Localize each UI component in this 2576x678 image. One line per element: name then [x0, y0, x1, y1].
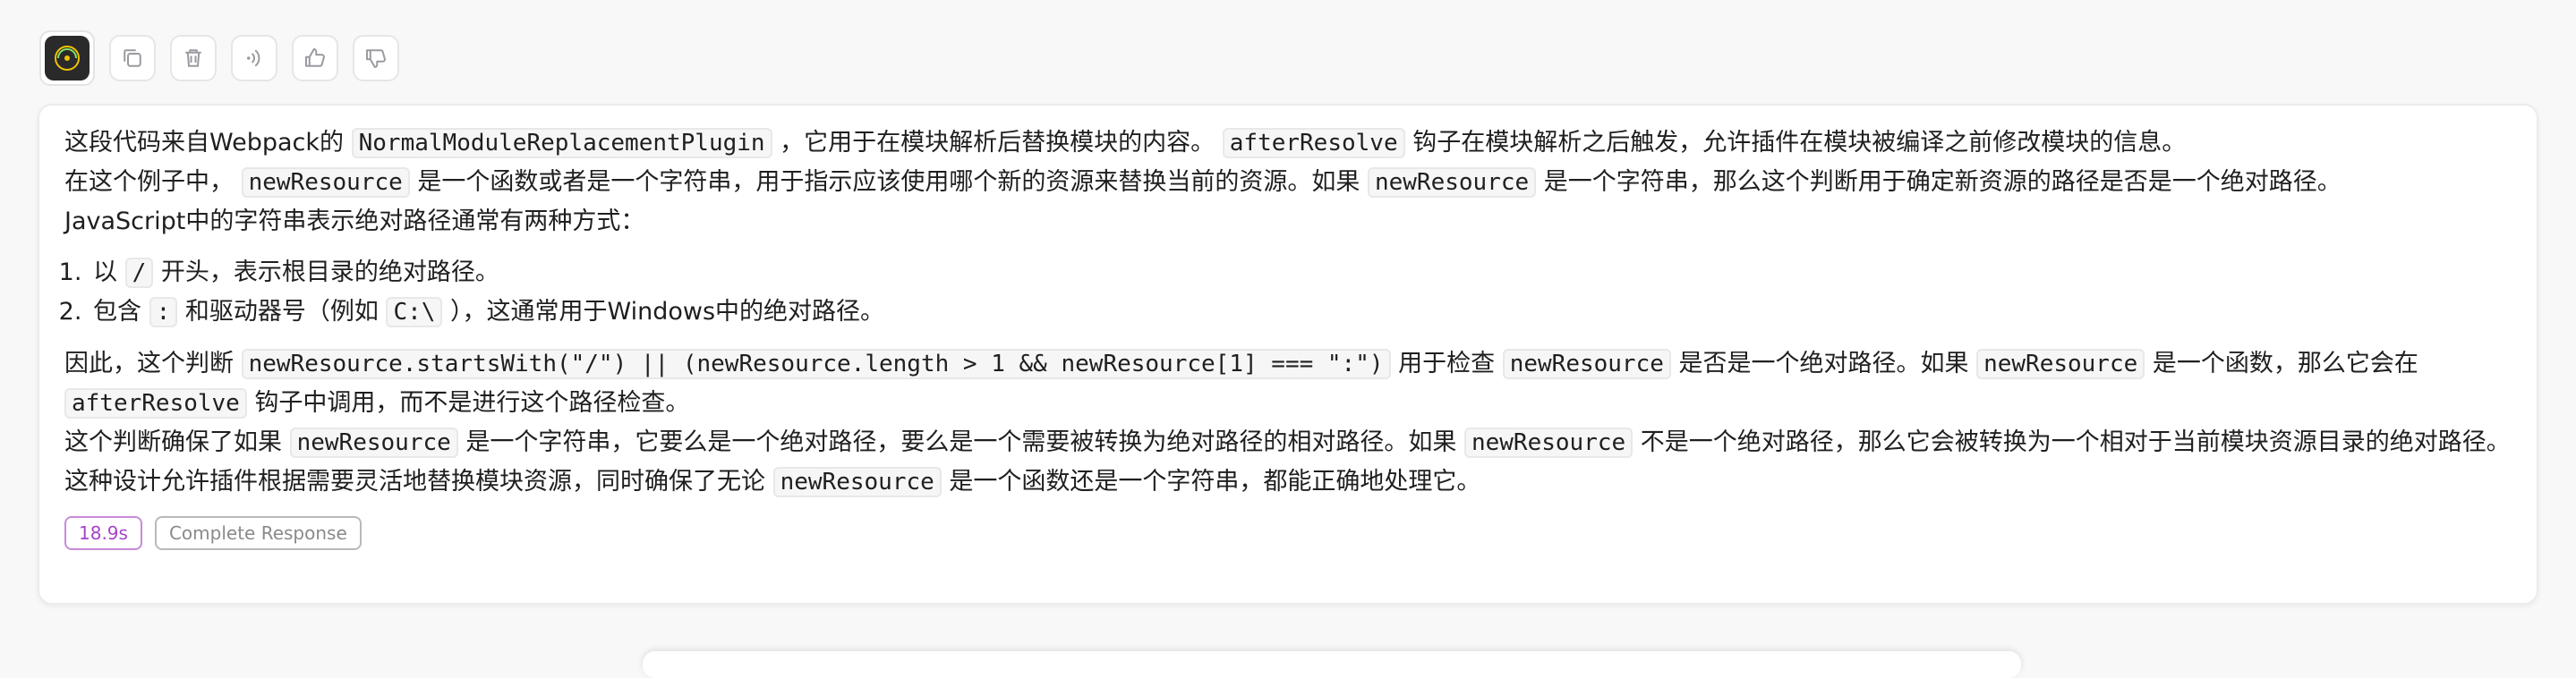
- inline-code: newResource.startsWith("/") || (newResou…: [241, 349, 1391, 379]
- status-badge: Complete Response: [154, 516, 362, 550]
- paragraph-conclusion: 因此，这个判断 newResource.startsWith("/") || (…: [64, 344, 2512, 502]
- inline-code: newResource: [1976, 349, 2145, 379]
- inline-code: newResource: [1502, 349, 1671, 379]
- dislike-button[interactable]: [353, 35, 399, 81]
- read-aloud-button[interactable]: [231, 35, 277, 81]
- copy-button[interactable]: [109, 35, 156, 81]
- text: 是一个函数，那么它会在: [2152, 350, 2418, 377]
- absolute-path-list: 以 / 开头，表示根目录的绝对路径。 包含 : 和驱动器号（例如 C:\ ），这…: [64, 253, 2512, 332]
- text: 这种设计允许插件根据需要灵活地替换模块资源，同时确保了无论: [64, 468, 765, 496]
- text: 因此，这个判断: [64, 350, 234, 377]
- message-toolbar: [39, 30, 399, 86]
- text: 是一个字符串，它要么是一个绝对路径，要么是一个需要被转换为绝对路径的相对路径。如…: [465, 428, 1457, 456]
- list-item: 以 / 开头，表示根目录的绝对路径。: [90, 253, 2512, 292]
- response-card: 这段代码来自Webpack的 NormalModuleReplacementPl…: [38, 104, 2538, 605]
- inline-code: newResource: [772, 467, 942, 497]
- text: 钩子在模块解析之后触发，允许插件在模块被编译之前修改模块的信息。: [1412, 129, 2187, 157]
- text: 这段代码来自Webpack的: [64, 129, 345, 157]
- text: JavaScript中的字符串表示绝对路径通常有两种方式：: [64, 208, 645, 235]
- text: 这个判断确保了如果: [64, 428, 282, 456]
- response-time-badge: 18.9s: [64, 516, 142, 550]
- text: 用于检查: [1398, 350, 1496, 377]
- thumbs-down-icon: [366, 49, 386, 68]
- text: 和驱动器号（例如: [184, 298, 379, 326]
- delete-button[interactable]: [170, 35, 217, 81]
- paragraph-intro: 这段代码来自Webpack的 NormalModuleReplacementPl…: [64, 123, 2512, 241]
- copy-icon: [124, 49, 141, 67]
- inline-code: afterResolve: [64, 388, 247, 419]
- text: 包含: [93, 298, 141, 326]
- text: 是否是一个绝对路径。如果: [1678, 350, 1969, 377]
- text: 是一个函数还是一个字符串，都能正确地处理它。: [949, 468, 1481, 496]
- inline-code: NormalModuleReplacementPlugin: [351, 128, 772, 158]
- text: 不是一个绝对路径，那么它会被转换为一个相对于当前模块资源目录的绝对路径。: [1640, 428, 2511, 456]
- like-button[interactable]: [292, 35, 338, 81]
- response-meta: 18.9s Complete Response: [64, 516, 2512, 550]
- thumbs-up-icon: [305, 48, 325, 67]
- ai-avatar-icon: [45, 36, 90, 81]
- speaker-icon: [247, 49, 260, 67]
- text: 钩子中调用，而不是进行这个路径检查。: [254, 389, 690, 417]
- inline-code: /: [124, 258, 154, 288]
- inline-code: afterResolve: [1222, 128, 1405, 158]
- inline-code: :: [149, 297, 178, 327]
- trash-icon: [185, 49, 201, 67]
- text: 是一个字符串，那么这个判断用于确定新资源的路径是否是一个绝对路径。: [1543, 168, 2341, 196]
- list-item: 包含 : 和驱动器号（例如 C:\ ），这通常用于Windows中的绝对路径。: [90, 292, 2512, 332]
- chat-input-panel[interactable]: [643, 651, 2021, 678]
- text: 在这个例子中，: [64, 168, 234, 196]
- text: ，它用于在模块解析后替换模块的内容。: [780, 129, 1215, 157]
- inline-code: newResource: [1463, 428, 1633, 458]
- text: 是一个函数或者是一个字符串，用于指示应该使用哪个新的资源来替换当前的资源。如果: [417, 168, 1361, 196]
- text: ），这通常用于Windows中的绝对路径。: [450, 298, 885, 326]
- inline-code: C:\: [386, 297, 443, 327]
- inline-code: newResource: [1367, 167, 1537, 198]
- inline-code: newResource: [289, 428, 458, 458]
- inline-code: newResource: [241, 167, 410, 198]
- assistant-avatar: [39, 30, 95, 86]
- text: 开头，表示根目录的绝对路径。: [160, 258, 499, 286]
- text: 以: [93, 258, 117, 286]
